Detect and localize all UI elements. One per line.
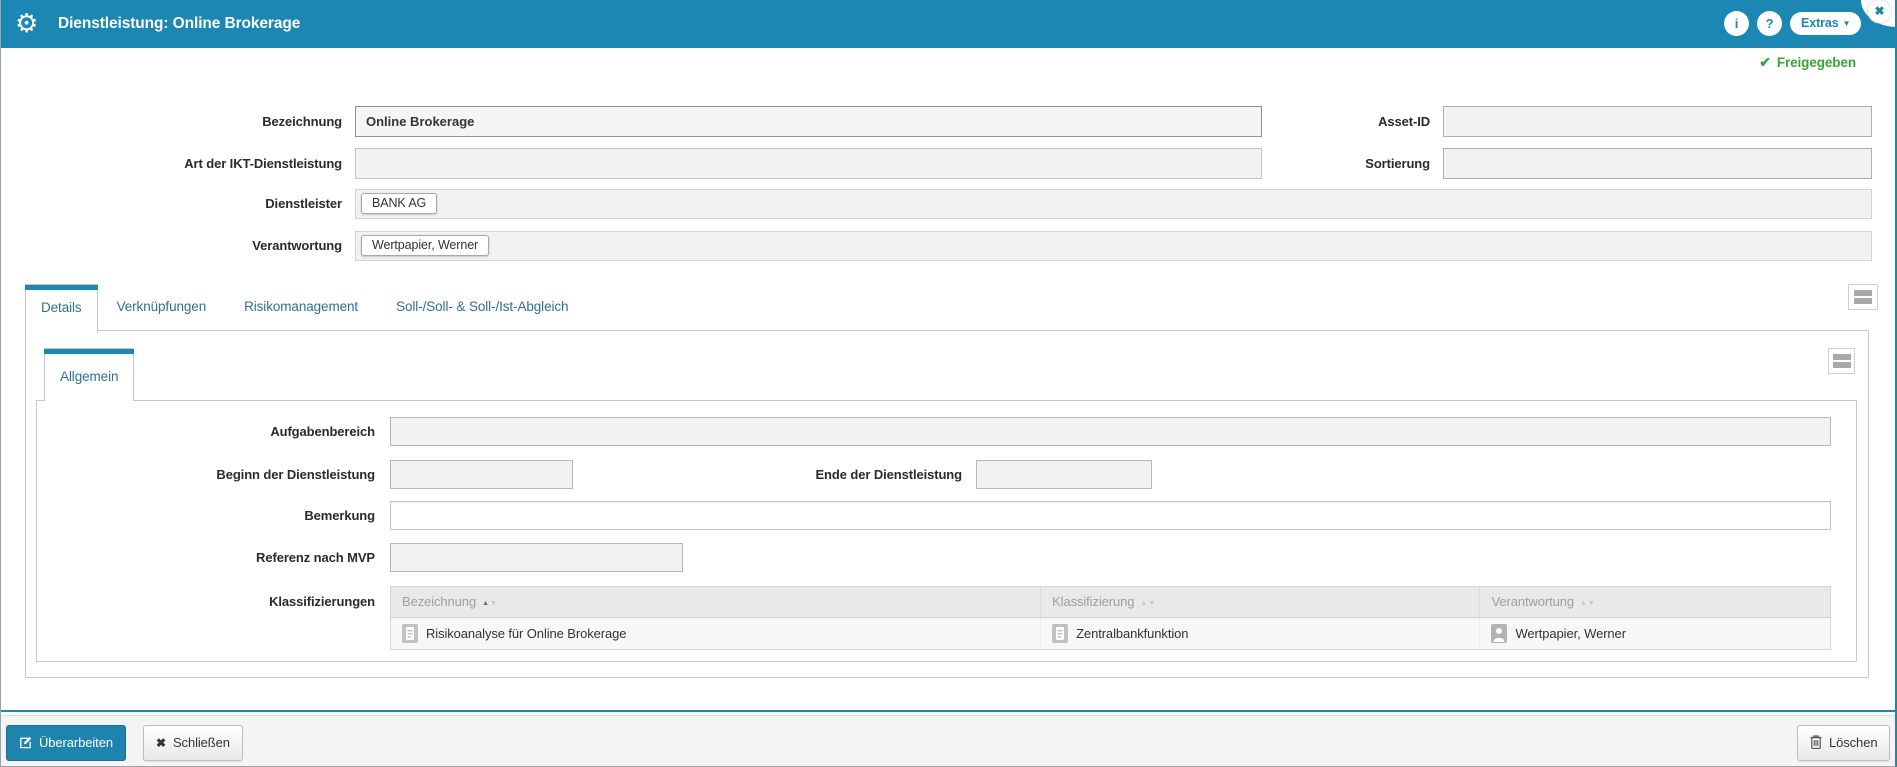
- sortierung-label: Sortierung: [1365, 156, 1430, 171]
- sort-desc-icon: ▼: [1148, 600, 1157, 607]
- sort-asc-icon: ▲: [1580, 600, 1588, 607]
- bemerkung-label: Bemerkung: [304, 508, 375, 523]
- cell-verantwortung: Wertpapier, Werner: [1480, 618, 1830, 649]
- status-label: Freigegeben: [1776, 55, 1856, 70]
- tab-soll-ist-abgleich[interactable]: Soll-/Soll- & Soll-/Ist-Abgleich: [377, 284, 587, 331]
- ueberarbeiten-label: Überarbeiten: [39, 735, 113, 750]
- close-small-icon: ✖: [156, 736, 166, 750]
- extras-button[interactable]: Extras ▼: [1790, 12, 1862, 35]
- cell-bezeichnung: Risikoanalyse für Online Brokerage: [391, 618, 1042, 649]
- beginn-input[interactable]: [390, 460, 573, 489]
- tab-risikomanagement[interactable]: Risikomanagement: [225, 284, 377, 331]
- column-header-bezeichnung[interactable]: Bezeichnung ▲▼: [391, 587, 1042, 617]
- column-header-verantwortung[interactable]: Verantwortung ▲▼: [1480, 587, 1830, 617]
- klassifizierungen-table: Bezeichnung ▲▼ Klassifizierung ▲▼ Verantwo…: [390, 586, 1831, 650]
- info-button[interactable]: i: [1724, 11, 1749, 36]
- ueberarbeiten-button[interactable]: Überarbeiten: [6, 725, 126, 761]
- verantwortung-chip[interactable]: Wertpapier, Werner: [361, 235, 490, 256]
- chevron-down-icon: ▼: [1842, 19, 1851, 28]
- document-icon: [402, 623, 418, 649]
- dialog-window: ⚙ Dienstleistung: Online Brokerage i ? E…: [0, 0, 1897, 767]
- document-icon: [1052, 623, 1069, 649]
- subtab-bar: Allgemein: [44, 348, 135, 401]
- verantwortung-field: Wertpapier, Werner: [355, 231, 1872, 261]
- close-icon[interactable]: ✖: [1868, 0, 1891, 23]
- table-header-row: Bezeichnung ▲▼ Klassifizierung ▲▼ Verantwo…: [391, 587, 1830, 618]
- schliessen-label: Schließen: [172, 735, 230, 750]
- sort-desc-icon: ▼: [490, 600, 498, 607]
- sort-asc-icon: ▲: [482, 600, 491, 607]
- loeschen-label: Löschen: [1829, 735, 1878, 750]
- beginn-label: Beginn der Dienstleistung: [216, 467, 375, 482]
- footer-separator: [0, 710, 1897, 712]
- collapse-panels-icon[interactable]: [1848, 284, 1878, 310]
- person-icon: [1491, 623, 1508, 649]
- check-icon: ✔: [1759, 54, 1771, 70]
- bemerkung-input[interactable]: [390, 501, 1831, 530]
- sort-desc-icon: ▼: [1587, 600, 1596, 607]
- referenz-mvp-label: Referenz nach MVP: [256, 550, 375, 565]
- asset-id-label: Asset-ID: [1378, 114, 1430, 129]
- tab-allgemein[interactable]: Allgemein: [44, 348, 135, 401]
- cell-klassifizierung: Zentralbankfunktion: [1041, 618, 1481, 649]
- collapse-subpanel-icon[interactable]: [1828, 348, 1855, 374]
- art-ikt-label: Art der IKT-Dienstleistung: [184, 156, 342, 171]
- dienstleister-label: Dienstleister: [265, 196, 342, 211]
- aufgabenbereich-label: Aufgabenbereich: [270, 424, 375, 439]
- dienstleister-chip[interactable]: BANK AG: [361, 193, 438, 214]
- column-header-klassifizierung[interactable]: Klassifizierung ▲▼: [1041, 587, 1481, 617]
- asset-id-input[interactable]: [1443, 106, 1872, 137]
- page-title: Dienstleistung: Online Brokerage: [58, 15, 301, 32]
- loeschen-button[interactable]: Löschen: [1797, 725, 1891, 761]
- ende-label: Ende der Dienstleistung: [815, 467, 962, 482]
- titlebar: ⚙ Dienstleistung: Online Brokerage i ? E…: [0, 0, 1897, 48]
- aufgabenbereich-input[interactable]: [390, 417, 1831, 446]
- schliessen-button[interactable]: ✖ Schließen: [143, 725, 243, 761]
- tab-verknuepfungen[interactable]: Verknüpfungen: [98, 284, 226, 331]
- referenz-mvp-input[interactable]: [390, 543, 683, 572]
- dienstleister-field: BANK AG: [355, 189, 1872, 219]
- edit-icon: [19, 736, 32, 752]
- gear-icon: ⚙: [15, 8, 39, 38]
- table-row[interactable]: Risikoanalyse für Online Brokerage Zentr…: [391, 618, 1830, 649]
- help-button[interactable]: ?: [1757, 11, 1782, 36]
- ende-input[interactable]: [976, 460, 1152, 489]
- tab-bar: Details Verknüpfungen Risikomanagement S…: [25, 284, 587, 333]
- extras-label: Extras: [1801, 16, 1839, 30]
- footer-toolbar: Überarbeiten ✖ Schließen Löschen: [0, 715, 1897, 767]
- verantwortung-label: Verantwortung: [252, 238, 342, 253]
- bezeichnung-label: Bezeichnung: [262, 114, 342, 129]
- tab-details[interactable]: Details: [25, 284, 98, 333]
- klassifizierungen-label: Klassifizierungen: [269, 594, 375, 609]
- status-badge: ✔ Freigegeben: [1759, 54, 1856, 71]
- sortierung-input[interactable]: [1443, 148, 1872, 179]
- trash-icon: [1810, 735, 1822, 752]
